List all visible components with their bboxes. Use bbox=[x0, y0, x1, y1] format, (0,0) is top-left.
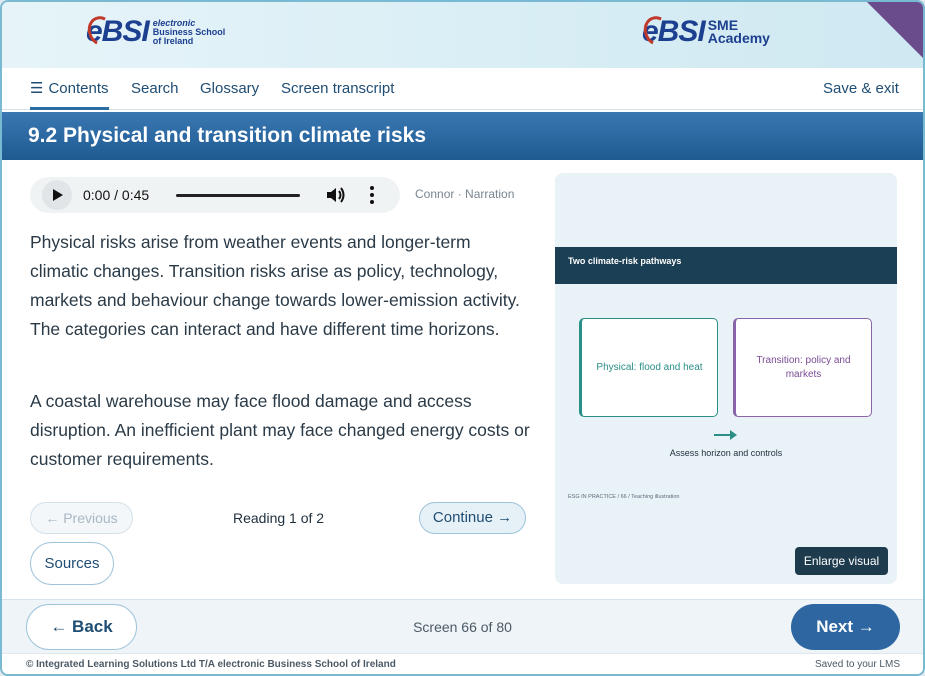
nav-contents[interactable]: ☰ Contents bbox=[30, 68, 109, 110]
copyright-text: © Integrated Learning Solutions Ltd T/A … bbox=[26, 659, 396, 670]
ebsi-logo-mark: eBSI bbox=[83, 12, 150, 50]
corner-ribbon bbox=[867, 2, 923, 58]
narrator-label: Connor · Narration bbox=[415, 187, 515, 201]
nav-contents-label: Contents bbox=[48, 80, 109, 97]
previous-reading-button[interactable]: ← Previous bbox=[30, 502, 133, 534]
continue-button[interactable]: Continue → bbox=[419, 502, 526, 534]
audio-progress-track[interactable] bbox=[176, 194, 300, 197]
screen-counter: Screen 66 of 80 bbox=[413, 619, 512, 635]
menu-icon: ☰ bbox=[30, 80, 44, 97]
audio-player: 0:00 / 0:45 bbox=[30, 177, 400, 213]
visual-header-text: Two climate-risk pathways bbox=[568, 256, 682, 266]
ebsi-logo-text: electronic Business School of Ireland bbox=[152, 18, 226, 46]
top-nav: ☰ Contents Search Glossary Screen transcr… bbox=[2, 68, 923, 110]
sme-academy-logo: eBSI SME Academy bbox=[639, 12, 770, 50]
physical-risk-label: Physical: flood and heat bbox=[596, 361, 703, 373]
volume-icon[interactable] bbox=[325, 185, 347, 205]
page-title: 9.2 Physical and transition climate risk… bbox=[28, 124, 427, 147]
next-button[interactable]: Next → bbox=[791, 604, 900, 650]
screen-navigation: Screen 66 of 80 ← Back Next → bbox=[2, 599, 923, 653]
audio-time: 0:00 / 0:45 bbox=[83, 187, 150, 203]
nav-search[interactable]: Search bbox=[131, 68, 179, 110]
sources-button[interactable]: Sources bbox=[30, 542, 114, 585]
arrow-right-icon bbox=[714, 430, 737, 440]
brand-header: eBSI electronic Business School of Irela… bbox=[2, 2, 923, 68]
reading-status: Reading 1 of 2 bbox=[233, 510, 325, 526]
more-options-icon[interactable] bbox=[365, 185, 379, 205]
sme-logo-text: SME Academy bbox=[707, 18, 770, 46]
save-status: Saved to your LMS bbox=[814, 659, 900, 670]
sme-logo-mark: eBSI bbox=[639, 12, 706, 50]
body-paragraph-1: Physical risks arise from weather events… bbox=[30, 232, 520, 339]
back-button[interactable]: ← Back bbox=[26, 604, 137, 650]
transition-risk-box: Transition: policy and markets bbox=[733, 318, 872, 417]
enlarge-visual-button[interactable]: Enlarge visual bbox=[795, 547, 888, 575]
visual-footnote: ESG IN PRACTICE / 66 / Teaching illustra… bbox=[568, 494, 680, 500]
play-icon[interactable] bbox=[42, 180, 72, 210]
course-player: eBSI electronic Business School of Irela… bbox=[0, 0, 925, 676]
screen-title-bar: 9.2 Physical and transition climate risk… bbox=[2, 112, 923, 160]
sme-line-2: Academy bbox=[707, 30, 770, 46]
save-exit-button[interactable]: Save & exit bbox=[823, 68, 899, 110]
body-paragraph-2: A coastal warehouse may face flood damag… bbox=[30, 391, 530, 469]
ebsi-logo: eBSI electronic Business School of Irela… bbox=[83, 12, 226, 50]
nav-glossary[interactable]: Glossary bbox=[200, 68, 259, 110]
nav-screen-transcript[interactable]: Screen transcript bbox=[281, 68, 394, 110]
transition-risk-label: Transition: policy and markets bbox=[756, 354, 851, 380]
logo-line-3: of Ireland bbox=[152, 35, 194, 46]
physical-risk-box: Physical: flood and heat bbox=[579, 318, 718, 417]
visual-caption: Assess horizon and controls bbox=[669, 448, 783, 458]
teaching-visual: Two climate-risk pathways Physical: floo… bbox=[555, 173, 897, 584]
visual-header: Two climate-risk pathways bbox=[555, 247, 897, 284]
legal-footer: © Integrated Learning Solutions Ltd T/A … bbox=[2, 653, 923, 674]
